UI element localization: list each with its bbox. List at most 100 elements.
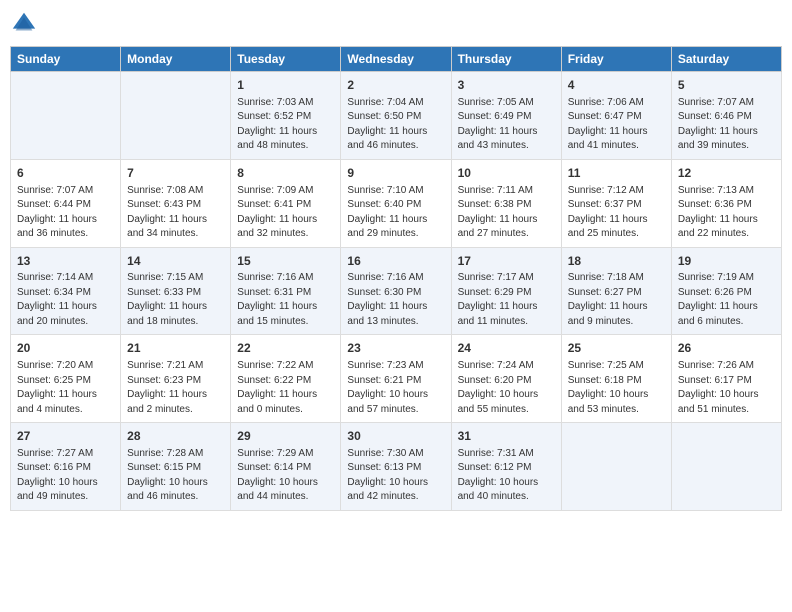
day-info: Sunrise: 7:14 AM Sunset: 6:34 PM Dayligh…: [17, 271, 114, 329]
day-number: 16: [347, 253, 444, 270]
day-number: 28: [127, 428, 224, 445]
day-info: Sunrise: 7:16 AM Sunset: 6:30 PM Dayligh…: [347, 271, 444, 329]
day-info: Sunrise: 7:24 AM Sunset: 6:20 PM Dayligh…: [458, 359, 555, 417]
calendar-day-cell: 29 Sunrise: 7:29 AM Sunset: 6:14 PM Dayli…: [231, 423, 341, 511]
calendar-day-cell: 9 Sunrise: 7:10 AM Sunset: 6:40 PM Daylig…: [341, 159, 451, 247]
day-of-week-header: Wednesday: [341, 47, 451, 72]
day-info: Sunrise: 7:28 AM Sunset: 6:15 PM Dayligh…: [127, 447, 224, 505]
calendar-day-cell: 15Sunrise: 7:16 AM Sunset: 6:31 PM Dayli…: [231, 247, 341, 335]
calendar-day-cell: [121, 72, 231, 160]
calendar-day-cell: 1 Sunrise: 7:03 AM Sunset: 6:52 PM Daylig…: [231, 72, 341, 160]
calendar-day-cell: 24 Sunrise: 7:24 AM Sunset: 6:20 PM Dayli…: [451, 335, 561, 423]
day-info: Sunrise: 7:03 AM Sunset: 6:52 PM Dayligh…: [237, 96, 334, 154]
calendar-day-cell: 2 Sunrise: 7:04 AM Sunset: 6:50 PM Daylig…: [341, 72, 451, 160]
day-number: 12: [678, 165, 775, 182]
day-number: 14: [127, 253, 224, 270]
day-info: Sunrise: 7:23 AM Sunset: 6:21 PM Dayligh…: [347, 359, 444, 417]
calendar-table: SundayMondayTuesdayWednesdayThursdayFrid…: [10, 46, 782, 511]
day-number: 13: [17, 253, 114, 270]
calendar-day-cell: 30 Sunrise: 7:30 AM Sunset: 6:13 PM Dayli…: [341, 423, 451, 511]
day-number: 10: [458, 165, 555, 182]
calendar-day-cell: 31Sunrise: 7:31 AM Sunset: 6:12 PM Dayli…: [451, 423, 561, 511]
day-info: Sunrise: 7:09 AM Sunset: 6:41 PM Dayligh…: [237, 184, 334, 242]
calendar-week-row: 20 Sunrise: 7:20 AM Sunset: 6:25 PM Dayli…: [11, 335, 782, 423]
day-number: 29: [237, 428, 334, 445]
day-info: Sunrise: 7:06 AM Sunset: 6:47 PM Dayligh…: [568, 96, 665, 154]
day-info: Sunrise: 7:16 AM Sunset: 6:31 PM Dayligh…: [237, 271, 334, 329]
day-info: Sunrise: 7:13 AM Sunset: 6:36 PM Dayligh…: [678, 184, 775, 242]
calendar-day-cell: 19Sunrise: 7:19 AM Sunset: 6:26 PM Dayli…: [671, 247, 781, 335]
day-number: 26: [678, 340, 775, 357]
calendar-day-cell: 8 Sunrise: 7:09 AM Sunset: 6:41 PM Daylig…: [231, 159, 341, 247]
calendar-day-cell: [561, 423, 671, 511]
calendar-week-row: 27 Sunrise: 7:27 AM Sunset: 6:16 PM Dayli…: [11, 423, 782, 511]
day-info: Sunrise: 7:26 AM Sunset: 6:17 PM Dayligh…: [678, 359, 775, 417]
day-number: 27: [17, 428, 114, 445]
calendar-day-cell: 20 Sunrise: 7:20 AM Sunset: 6:25 PM Dayli…: [11, 335, 121, 423]
day-info: Sunrise: 7:10 AM Sunset: 6:40 PM Dayligh…: [347, 184, 444, 242]
day-number: 25: [568, 340, 665, 357]
calendar-day-cell: 27 Sunrise: 7:27 AM Sunset: 6:16 PM Dayli…: [11, 423, 121, 511]
day-number: 6: [17, 165, 114, 182]
day-info: Sunrise: 7:08 AM Sunset: 6:43 PM Dayligh…: [127, 184, 224, 242]
calendar-day-cell: 25 Sunrise: 7:25 AM Sunset: 6:18 PM Dayli…: [561, 335, 671, 423]
calendar-day-cell: 7Sunrise: 7:08 AM Sunset: 6:43 PM Daylig…: [121, 159, 231, 247]
day-info: Sunrise: 7:18 AM Sunset: 6:27 PM Dayligh…: [568, 271, 665, 329]
calendar-day-cell: 17Sunrise: 7:17 AM Sunset: 6:29 PM Dayli…: [451, 247, 561, 335]
day-info: Sunrise: 7:12 AM Sunset: 6:37 PM Dayligh…: [568, 184, 665, 242]
day-number: 2: [347, 77, 444, 94]
day-info: Sunrise: 7:17 AM Sunset: 6:29 PM Dayligh…: [458, 271, 555, 329]
calendar-day-cell: 12 Sunrise: 7:13 AM Sunset: 6:36 PM Dayli…: [671, 159, 781, 247]
day-of-week-header: Thursday: [451, 47, 561, 72]
day-info: Sunrise: 7:30 AM Sunset: 6:13 PM Dayligh…: [347, 447, 444, 505]
calendar-day-cell: [671, 423, 781, 511]
day-number: 20: [17, 340, 114, 357]
calendar-day-cell: 11 Sunrise: 7:12 AM Sunset: 6:37 PM Dayli…: [561, 159, 671, 247]
calendar-week-row: 6Sunrise: 7:07 AM Sunset: 6:44 PM Daylig…: [11, 159, 782, 247]
calendar-day-cell: 14Sunrise: 7:15 AM Sunset: 6:33 PM Dayli…: [121, 247, 231, 335]
day-number: 17: [458, 253, 555, 270]
day-number: 1: [237, 77, 334, 94]
day-number: 21: [127, 340, 224, 357]
calendar-day-cell: 4Sunrise: 7:06 AM Sunset: 6:47 PM Daylig…: [561, 72, 671, 160]
day-of-week-header: Tuesday: [231, 47, 341, 72]
day-number: 8: [237, 165, 334, 182]
day-number: 15: [237, 253, 334, 270]
day-number: 18: [568, 253, 665, 270]
logo: [10, 10, 42, 38]
day-number: 30: [347, 428, 444, 445]
day-info: Sunrise: 7:22 AM Sunset: 6:22 PM Dayligh…: [237, 359, 334, 417]
calendar-day-cell: 16Sunrise: 7:16 AM Sunset: 6:30 PM Dayli…: [341, 247, 451, 335]
day-info: Sunrise: 7:05 AM Sunset: 6:49 PM Dayligh…: [458, 96, 555, 154]
day-info: Sunrise: 7:21 AM Sunset: 6:23 PM Dayligh…: [127, 359, 224, 417]
day-info: Sunrise: 7:19 AM Sunset: 6:26 PM Dayligh…: [678, 271, 775, 329]
calendar-day-cell: 28 Sunrise: 7:28 AM Sunset: 6:15 PM Dayli…: [121, 423, 231, 511]
day-info: Sunrise: 7:25 AM Sunset: 6:18 PM Dayligh…: [568, 359, 665, 417]
day-info: Sunrise: 7:20 AM Sunset: 6:25 PM Dayligh…: [17, 359, 114, 417]
calendar-day-cell: 5 Sunrise: 7:07 AM Sunset: 6:46 PM Daylig…: [671, 72, 781, 160]
day-number: 19: [678, 253, 775, 270]
day-info: Sunrise: 7:31 AM Sunset: 6:12 PM Dayligh…: [458, 447, 555, 505]
calendar-week-row: 1 Sunrise: 7:03 AM Sunset: 6:52 PM Daylig…: [11, 72, 782, 160]
calendar-day-cell: 6Sunrise: 7:07 AM Sunset: 6:44 PM Daylig…: [11, 159, 121, 247]
day-number: 5: [678, 77, 775, 94]
day-number: 11: [568, 165, 665, 182]
day-info: Sunrise: 7:07 AM Sunset: 6:46 PM Dayligh…: [678, 96, 775, 154]
day-number: 24: [458, 340, 555, 357]
day-of-week-header: Sunday: [11, 47, 121, 72]
page-header: [10, 10, 782, 38]
calendar-day-cell: 3 Sunrise: 7:05 AM Sunset: 6:49 PM Daylig…: [451, 72, 561, 160]
day-info: Sunrise: 7:29 AM Sunset: 6:14 PM Dayligh…: [237, 447, 334, 505]
day-number: 9: [347, 165, 444, 182]
day-info: Sunrise: 7:11 AM Sunset: 6:38 PM Dayligh…: [458, 184, 555, 242]
day-number: 3: [458, 77, 555, 94]
day-of-week-header: Friday: [561, 47, 671, 72]
logo-icon: [10, 10, 38, 38]
day-info: Sunrise: 7:15 AM Sunset: 6:33 PM Dayligh…: [127, 271, 224, 329]
calendar-day-cell: 22Sunrise: 7:22 AM Sunset: 6:22 PM Dayli…: [231, 335, 341, 423]
calendar-day-cell: 18Sunrise: 7:18 AM Sunset: 6:27 PM Dayli…: [561, 247, 671, 335]
calendar-day-cell: 21 Sunrise: 7:21 AM Sunset: 6:23 PM Dayli…: [121, 335, 231, 423]
day-info: Sunrise: 7:04 AM Sunset: 6:50 PM Dayligh…: [347, 96, 444, 154]
day-of-week-header: Monday: [121, 47, 231, 72]
day-info: Sunrise: 7:27 AM Sunset: 6:16 PM Dayligh…: [17, 447, 114, 505]
